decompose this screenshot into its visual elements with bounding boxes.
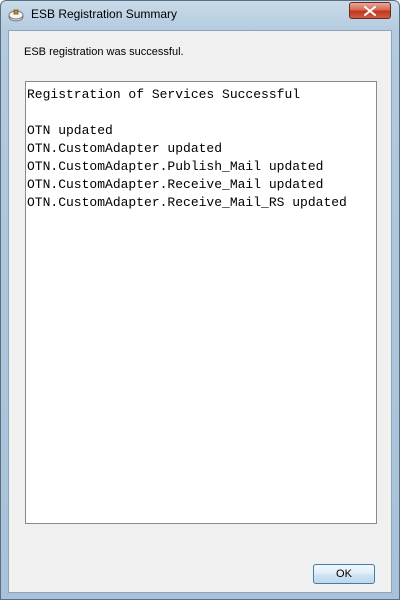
close-icon [364,6,376,16]
log-line: OTN updated [27,123,113,138]
close-button[interactable] [349,2,391,19]
log-line: OTN.CustomAdapter.Receive_Mail_RS update… [27,195,347,210]
ok-button[interactable]: OK [313,564,375,584]
window-title: ESB Registration Summary [31,7,178,21]
status-message: ESB registration was successful. [24,46,184,58]
log-line: OTN.CustomAdapter.Receive_Mail updated [27,177,324,192]
dialog-content: ESB registration was successful. Registr… [8,30,392,593]
log-line: OTN.CustomAdapter.Publish_Mail updated [27,159,324,174]
title-bar[interactable]: ESB Registration Summary [1,1,399,29]
registration-log[interactable]: Registration of Services Successful OTN … [25,81,377,524]
log-line: Registration of Services Successful [27,87,301,102]
dialog-window: ESB Registration Summary ESB registratio… [0,0,400,600]
registration-icon [8,8,24,22]
log-line: OTN.CustomAdapter updated [27,141,223,156]
